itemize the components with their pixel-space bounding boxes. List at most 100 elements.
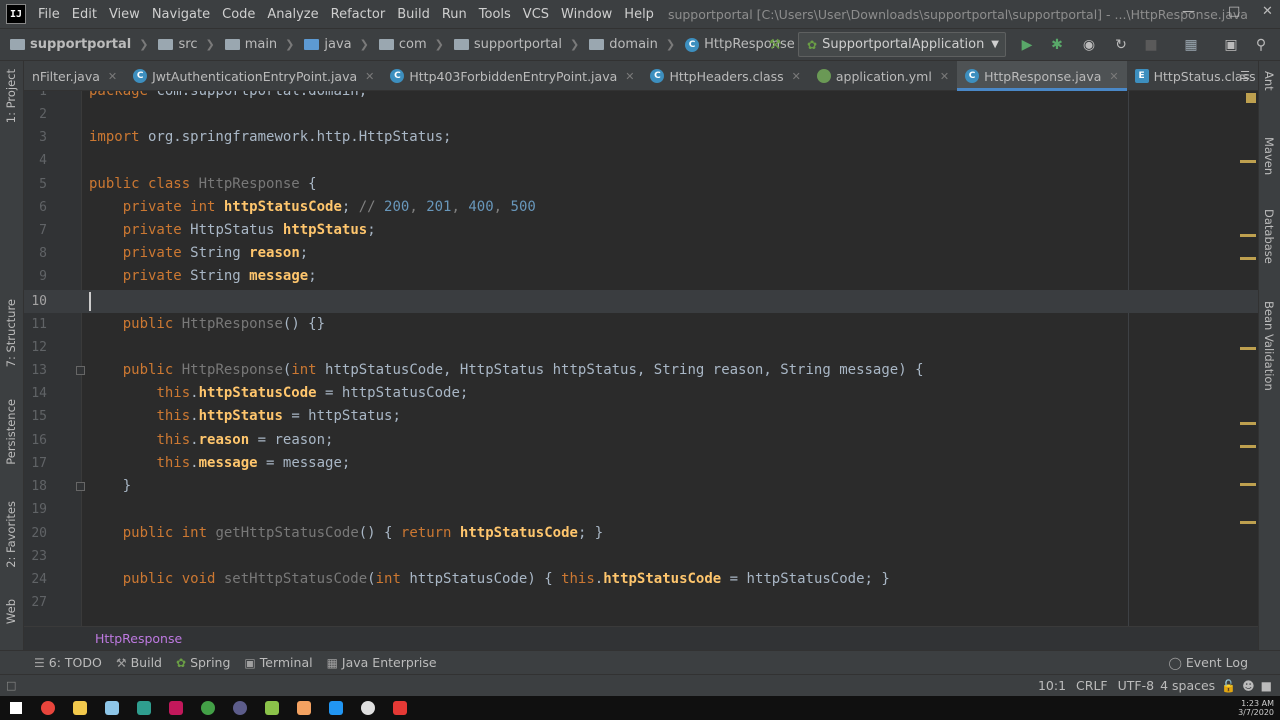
close-icon[interactable]: ✕ xyxy=(792,70,801,83)
menu-code[interactable]: Code xyxy=(216,7,261,22)
inspection-warning-icon[interactable] xyxy=(1246,93,1256,103)
tab-list-icon[interactable]: ☰ xyxy=(1240,69,1250,82)
scroll-marker[interactable] xyxy=(1240,347,1256,350)
crumb-java[interactable]: java ❯ xyxy=(294,37,369,52)
tab-http-response[interactable]: C HttpResponse.java ✕ xyxy=(957,61,1127,91)
tab-http403-entry-point[interactable]: C Http403ForbiddenEntryPoint.java ✕ xyxy=(382,61,642,91)
inspection-icon[interactable]: ☻ xyxy=(1242,679,1255,693)
app-icon[interactable] xyxy=(260,698,284,718)
breadcrumb-class[interactable]: HttpResponse xyxy=(95,631,182,646)
tool-window-toggle-icon[interactable]: □ xyxy=(6,679,16,692)
coverage-icon[interactable]: ◉ xyxy=(1080,36,1098,54)
hammer-icon[interactable]: ⚒ xyxy=(766,36,784,54)
tool-structure[interactable]: 7: Structure xyxy=(4,299,18,367)
scroll-marker[interactable] xyxy=(1240,257,1256,260)
search-icon[interactable]: ⚲ xyxy=(1252,36,1270,54)
scroll-marker[interactable] xyxy=(1240,160,1256,163)
line-separator[interactable]: CRLF xyxy=(1076,678,1108,693)
scroll-marker[interactable] xyxy=(1240,521,1256,524)
tool-maven[interactable]: Maven xyxy=(1262,137,1276,175)
crumb-supportportal[interactable]: supportportal ❯ xyxy=(444,37,579,52)
tool-java-enterprise[interactable]: ▦ Java Enterprise xyxy=(327,655,437,670)
menu-vcs[interactable]: VCS xyxy=(517,7,555,22)
menu-navigate[interactable]: Navigate xyxy=(146,7,216,22)
spring-icon: ✿ xyxy=(176,655,187,670)
project-structure-icon[interactable]: ▦ xyxy=(1182,36,1200,54)
crumb-com[interactable]: com ❯ xyxy=(369,37,444,52)
tool-build[interactable]: ⚒ Build xyxy=(116,655,162,670)
menu-edit[interactable]: Edit xyxy=(66,7,103,22)
crumb-label: supportportal xyxy=(30,37,132,52)
file-explorer-icon[interactable] xyxy=(68,698,92,718)
stop-icon[interactable]: ■ xyxy=(1142,36,1160,54)
tool-persistence[interactable]: Persistence xyxy=(4,399,18,465)
lock-icon[interactable]: 🔓 xyxy=(1221,679,1236,693)
vscode-icon[interactable] xyxy=(324,698,348,718)
profile-icon[interactable]: ↻ xyxy=(1112,36,1130,54)
scroll-marker[interactable] xyxy=(1240,483,1256,486)
tool-event-log[interactable]: ◯ Event Log xyxy=(1168,655,1248,670)
crumb-project[interactable]: supportportal ❯ xyxy=(0,37,148,52)
menu-help[interactable]: Help xyxy=(618,7,660,22)
tab-jwt-entry-point[interactable]: C JwtAuthenticationEntryPoint.java ✕ xyxy=(125,61,382,91)
close-icon[interactable]: ✕ xyxy=(1262,4,1273,19)
line-number: 19 xyxy=(31,502,47,517)
memory-indicator-icon[interactable]: ■ xyxy=(1261,679,1272,693)
tool-favorites[interactable]: 2: Favorites xyxy=(4,501,18,568)
tab-http-status[interactable]: E HttpStatus.class ✕ xyxy=(1127,61,1280,91)
scroll-marker[interactable] xyxy=(1240,234,1256,237)
crumb-main[interactable]: main ❯ xyxy=(215,37,294,52)
run-icon[interactable]: ▶ xyxy=(1018,36,1036,54)
app-icon[interactable] xyxy=(388,698,412,718)
tool-bean-validation[interactable]: Bean Validation xyxy=(1262,301,1276,391)
debug-icon[interactable]: ✱ xyxy=(1048,36,1066,54)
crumb-domain[interactable]: domain ❯ xyxy=(579,37,675,52)
app-icon[interactable] xyxy=(196,698,220,718)
maximize-icon[interactable]: □ xyxy=(1228,4,1240,19)
file-encoding[interactable]: UTF-8 xyxy=(1118,678,1154,693)
tool-terminal[interactable]: ▣ Terminal xyxy=(244,655,312,670)
tool-web[interactable]: Web xyxy=(4,599,18,624)
app-icon[interactable] xyxy=(228,698,252,718)
menu-run[interactable]: Run xyxy=(436,7,473,22)
menu-build[interactable]: Build xyxy=(391,7,436,22)
crumb-src[interactable]: src ❯ xyxy=(148,37,215,52)
menu-refactor[interactable]: Refactor xyxy=(325,7,392,22)
tool-project[interactable]: 1: Project xyxy=(4,69,18,123)
notepad-icon[interactable] xyxy=(100,698,124,718)
menu-analyze[interactable]: Analyze xyxy=(261,7,324,22)
windows-start-icon[interactable] xyxy=(4,698,28,718)
chrome-icon[interactable] xyxy=(36,698,60,718)
tool-database[interactable]: Database xyxy=(1262,209,1276,264)
run-configuration-select[interactable]: ✿ SupportportalApplication ▼ xyxy=(798,32,1006,57)
presentation-icon[interactable]: ▣ xyxy=(1222,36,1240,54)
minimize-icon[interactable]: — xyxy=(1182,4,1195,19)
tab-filter[interactable]: nFilter.java ✕ xyxy=(24,61,125,91)
fold-icon[interactable] xyxy=(76,482,85,491)
scroll-marker[interactable] xyxy=(1240,445,1256,448)
menu-window[interactable]: Window xyxy=(555,7,618,22)
scroll-marker[interactable] xyxy=(1240,422,1256,425)
tab-application-yml[interactable]: application.yml ✕ xyxy=(809,61,957,91)
menu-tools[interactable]: Tools xyxy=(473,7,517,22)
close-icon[interactable]: ✕ xyxy=(108,70,117,83)
close-icon[interactable]: ✕ xyxy=(365,70,374,83)
caret-position[interactable]: 10:1 xyxy=(1038,678,1066,693)
fold-icon[interactable] xyxy=(76,366,85,375)
tool-spring[interactable]: ✿ Spring xyxy=(176,655,230,670)
tool-ant[interactable]: Ant xyxy=(1262,71,1276,91)
menu-view[interactable]: View xyxy=(103,7,146,22)
tool-todo[interactable]: ☰ 6: TODO xyxy=(34,655,102,670)
menu-file[interactable]: File xyxy=(32,7,66,22)
app-icon[interactable] xyxy=(132,698,156,718)
intellij-icon[interactable] xyxy=(164,698,188,718)
close-icon[interactable]: ✕ xyxy=(625,70,634,83)
code-editor[interactable]: 1 package com.supportportal.domain; 2 3 … xyxy=(24,91,1258,626)
close-icon[interactable]: ✕ xyxy=(940,70,949,83)
indent-setting[interactable]: 4 spaces xyxy=(1160,678,1215,693)
git-icon[interactable] xyxy=(292,698,316,718)
close-icon[interactable]: ✕ xyxy=(1109,70,1118,83)
tab-http-headers[interactable]: C HttpHeaders.class ✕ xyxy=(642,61,808,91)
system-clock[interactable]: 1:23 AM 3/7/2020 xyxy=(1238,699,1274,717)
app-icon[interactable] xyxy=(356,698,380,718)
